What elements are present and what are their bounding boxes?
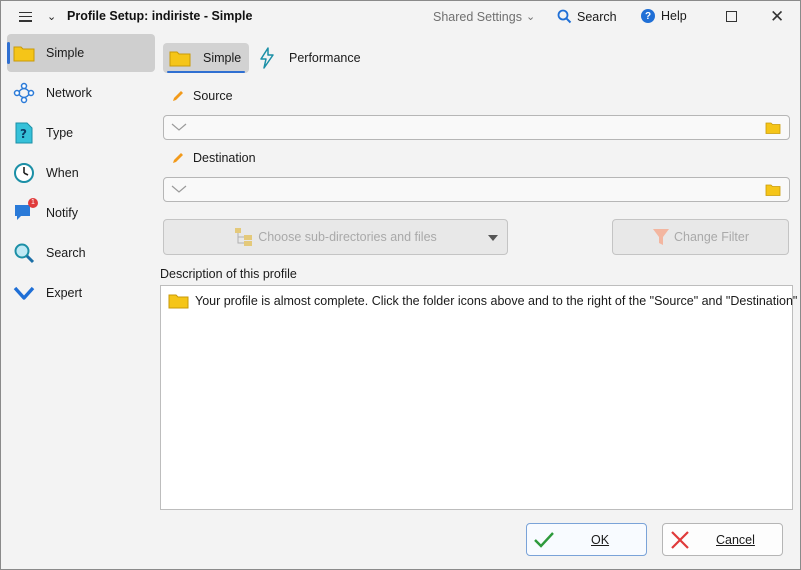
folder-icon[interactable]: [765, 121, 781, 134]
funnel-icon: [652, 229, 669, 245]
title-bar: ⌄ Profile Setup: indiriste - Simple Shar…: [1, 1, 800, 33]
question-page-icon: ?: [13, 122, 35, 144]
close-button[interactable]: ✕: [770, 7, 784, 27]
folder-icon: [168, 294, 189, 309]
shared-settings-chevron-icon[interactable]: ⌄: [526, 10, 535, 23]
sidebar-item-type[interactable]: ? Type: [7, 114, 155, 152]
cancel-label: Cancel: [716, 532, 755, 547]
chat-bubble-icon: 1: [13, 198, 38, 224]
sidebar-item-simple[interactable]: Simple: [7, 34, 155, 72]
tab-simple[interactable]: Simple: [163, 43, 249, 73]
chevron-down-icon[interactable]: ⌄: [47, 10, 56, 23]
search-label: Search: [577, 9, 617, 24]
help-icon: ?: [641, 9, 655, 23]
search-icon: [557, 9, 572, 24]
help-label: Help: [661, 9, 687, 23]
description-box: Your profile is almost complete. Click t…: [160, 285, 801, 510]
destination-input[interactable]: [163, 177, 790, 202]
sidebar-item-network[interactable]: Network: [7, 74, 155, 112]
notification-badge: 1: [28, 198, 38, 208]
profile-setup-window: ⌄ Profile Setup: indiriste - Simple Shar…: [0, 0, 801, 570]
description-row: Your profile is almost complete. Click t…: [168, 292, 801, 309]
sidebar-item-label: Type: [46, 126, 74, 140]
tab-performance-label: Performance: [289, 51, 361, 65]
folder-tree-icon: [235, 228, 253, 246]
sidebar-item-when[interactable]: When: [7, 154, 155, 192]
sidebar-item-label: When: [46, 166, 79, 180]
choose-subdirectories-button[interactable]: Choose sub-directories and files: [163, 219, 508, 255]
dropdown-arrow-icon: [488, 235, 498, 241]
pencil-icon: [173, 153, 183, 163]
chevron-down-icon[interactable]: [171, 121, 187, 133]
source-label-row: Source: [171, 89, 233, 103]
cancel-button[interactable]: Cancel: [662, 523, 783, 556]
sidebar: Simple Network ? Type When 1 Notify Sear…: [1, 33, 158, 569]
search-button[interactable]: Search: [557, 9, 617, 24]
magnifier-icon: [13, 242, 35, 264]
choose-subdirectories-label: Choose sub-directories and files: [258, 230, 437, 244]
tab-simple-label: Simple: [203, 51, 242, 65]
destination-label-row: Destination: [171, 151, 256, 165]
shared-settings-dropdown[interactable]: Shared Settings: [433, 10, 522, 24]
checkmark-icon: [534, 531, 554, 548]
sidebar-item-notify[interactable]: 1 Notify: [7, 194, 155, 232]
source-input[interactable]: [163, 115, 790, 140]
lightning-icon: [260, 47, 274, 69]
change-filter-button[interactable]: Change Filter: [612, 219, 789, 255]
hamburger-menu-icon[interactable]: [15, 9, 39, 25]
description-text: Your profile is almost complete. Click t…: [195, 293, 801, 308]
description-label: Description of this profile: [160, 267, 297, 281]
sidebar-item-expert[interactable]: Expert: [7, 274, 155, 312]
window-title: Profile Setup: indiriste - Simple: [67, 9, 253, 23]
sidebar-item-label: Notify: [46, 206, 78, 220]
svg-text:?: ?: [20, 127, 27, 141]
sidebar-item-search[interactable]: Search: [7, 234, 155, 272]
sidebar-item-label: Simple: [46, 46, 85, 60]
destination-label: Destination: [193, 151, 256, 165]
sidebar-item-label: Expert: [46, 286, 83, 300]
chevron-down-icon[interactable]: [171, 183, 187, 195]
network-icon: [13, 82, 35, 104]
folder-icon: [13, 42, 35, 64]
source-label: Source: [193, 89, 233, 103]
sidebar-item-label: Network: [46, 86, 92, 100]
pencil-icon: [173, 91, 183, 101]
folder-icon: [169, 51, 191, 67]
clock-icon: [13, 162, 35, 184]
folder-icon[interactable]: [765, 183, 781, 196]
tab-performance[interactable]: Performance: [259, 43, 361, 73]
change-filter-label: Change Filter: [673, 230, 750, 244]
ok-button[interactable]: OK: [526, 523, 647, 556]
ok-label: OK: [591, 532, 610, 547]
sidebar-item-label: Search: [46, 246, 86, 260]
cancel-x-icon: [671, 530, 689, 549]
help-button[interactable]: ? Help: [641, 9, 687, 23]
chevron-down-icon: [13, 282, 35, 304]
maximize-button[interactable]: [726, 11, 737, 22]
